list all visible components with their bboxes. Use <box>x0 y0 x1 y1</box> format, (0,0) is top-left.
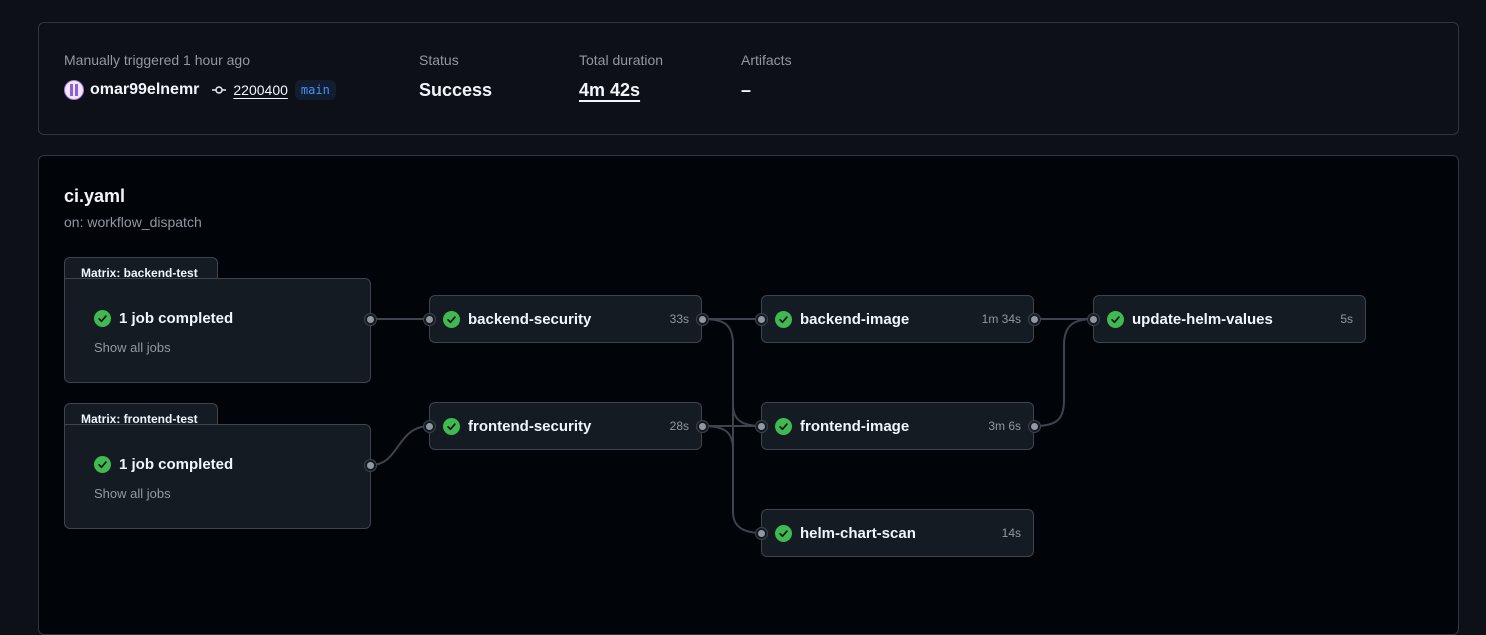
connector-dot <box>365 460 376 471</box>
connector-dot <box>1029 314 1040 325</box>
job-duration: 5s <box>1340 312 1353 326</box>
connector-dot <box>424 314 435 325</box>
success-check-icon <box>775 311 792 328</box>
show-all-jobs-link[interactable]: Show all jobs <box>94 486 171 501</box>
matrix-status-text: 1 job completed <box>119 310 234 327</box>
connector-dot <box>756 528 767 539</box>
job-duration: 14s <box>1001 526 1021 540</box>
success-check-icon <box>94 310 111 327</box>
connector-dot <box>697 314 708 325</box>
job-duration: 28s <box>669 419 689 433</box>
job-name: frontend-security <box>468 418 592 435</box>
job-backend-image[interactable]: backend-image 1m 34s <box>761 295 1034 343</box>
matrix-status-text: 1 job completed <box>119 456 234 473</box>
job-duration: 1m 34s <box>981 312 1021 326</box>
success-check-icon <box>1107 311 1124 328</box>
connector-dot <box>365 314 376 325</box>
success-check-icon <box>443 311 460 328</box>
connector-dot <box>756 314 767 325</box>
job-frontend-image[interactable]: frontend-image 3m 6s <box>761 402 1034 450</box>
job-update-helm-values[interactable]: update-helm-values 5s <box>1093 295 1366 343</box>
connector-dot <box>1088 314 1099 325</box>
matrix-status-row: 1 job completed <box>94 310 233 327</box>
success-check-icon <box>775 418 792 435</box>
edge-frontend-image-to-update-helm-values <box>1034 318 1095 427</box>
job-name: frontend-image <box>800 418 910 435</box>
matrix-status-row: 1 job completed <box>94 456 233 473</box>
edge-frontend-test-to-frontend-security <box>370 425 431 466</box>
job-frontend-security[interactable]: frontend-security 28s <box>429 402 702 450</box>
connector-dot <box>1029 421 1040 432</box>
connector-dot <box>424 421 435 432</box>
job-name: helm-chart-scan <box>800 525 916 542</box>
job-name: update-helm-values <box>1132 311 1273 328</box>
success-check-icon <box>443 418 460 435</box>
job-duration: 33s <box>669 312 689 326</box>
success-check-icon <box>775 525 792 542</box>
matrix-backend-test-box[interactable]: 1 job completed Show all jobs <box>64 278 371 383</box>
job-backend-security[interactable]: backend-security 33s <box>429 295 702 343</box>
edge-frontend-security-to-helm-chart-scan <box>702 425 734 451</box>
connector-dot <box>756 421 767 432</box>
show-all-jobs-link[interactable]: Show all jobs <box>94 340 171 355</box>
job-duration: 3m 6s <box>988 419 1021 433</box>
matrix-frontend-test-box[interactable]: 1 job completed Show all jobs <box>64 424 371 529</box>
connector-dot <box>697 421 708 432</box>
job-name: backend-security <box>468 311 592 328</box>
success-check-icon <box>94 456 111 473</box>
job-helm-chart-scan[interactable]: helm-chart-scan 14s <box>761 509 1034 557</box>
job-name: backend-image <box>800 311 910 328</box>
